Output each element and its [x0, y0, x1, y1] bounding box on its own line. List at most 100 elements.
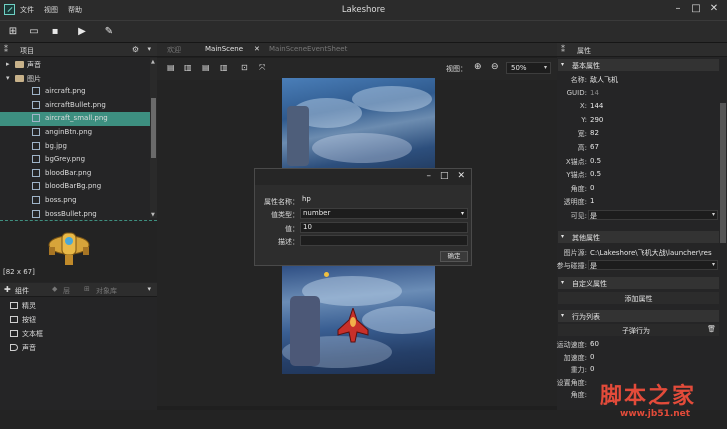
- property-value[interactable]: 0.5: [590, 170, 718, 178]
- close-icon[interactable]: ✕: [707, 3, 721, 16]
- property-value[interactable]: 是: [590, 261, 718, 271]
- settings-icon[interactable]: ⚙: [132, 45, 139, 54]
- property-row: Y锚点: 0.5: [558, 168, 719, 180]
- align-right-icon[interactable]: ▤: [202, 63, 210, 72]
- chevron-down-icon: ▾: [561, 312, 565, 319]
- value-type-select[interactable]: number ▾: [300, 208, 468, 219]
- zoom-in-icon[interactable]: ⊕: [474, 62, 482, 72]
- align-left-icon[interactable]: ▤: [167, 63, 175, 72]
- open-folder-icon[interactable]: ▭: [27, 25, 41, 39]
- tree-item[interactable]: bg.jpg: [0, 140, 150, 154]
- folder-icon: [15, 61, 24, 68]
- zoom-select[interactable]: 50% ▾: [506, 62, 551, 74]
- trash-icon[interactable]: 🗑: [707, 325, 716, 333]
- dialog-row-desc: 描述：: [255, 235, 471, 247]
- tree-item[interactable]: anginBtn.png: [0, 126, 150, 140]
- tree-scrollbar[interactable]: [150, 58, 157, 218]
- property-row: 角度: 0: [558, 182, 719, 194]
- enemy-aircraft-sprite[interactable]: [337, 308, 369, 344]
- property-value[interactable]: 0: [590, 184, 718, 192]
- property-value[interactable]: 0: [590, 353, 718, 361]
- tab-mainscene[interactable]: MainScene: [205, 45, 243, 53]
- tree-item[interactable]: ▾ 图片: [0, 72, 150, 86]
- property-key: X锚点:: [565, 157, 587, 166]
- tree-item[interactable]: boss.png: [0, 194, 150, 208]
- tab-mainscene-eventsheet[interactable]: MainSceneEventSheet: [269, 45, 347, 53]
- property-value[interactable]: C:\Lakeshore\飞机大战\launcher\res: [590, 248, 718, 258]
- tree-item[interactable]: aircraft.png: [0, 85, 150, 99]
- tree-item[interactable]: ▸ 声音: [0, 58, 150, 72]
- tree-item[interactable]: bloodBarBg.png: [0, 180, 150, 194]
- property-value[interactable]: 0: [590, 365, 718, 373]
- layers-icon: ◆: [52, 285, 58, 293]
- tree-item[interactable]: bgGrey.png: [0, 153, 150, 167]
- property-value[interactable]: 是: [590, 211, 718, 221]
- scroll-up-icon[interactable]: ▲: [151, 59, 155, 65]
- chevron-right-icon[interactable]: ▸: [6, 60, 10, 68]
- chevron-down-icon[interactable]: ▾: [147, 45, 151, 53]
- chevron-down-icon[interactable]: ▾: [6, 74, 10, 82]
- chevron-down-icon: ▾: [543, 64, 547, 71]
- property-key: 宽:: [577, 130, 587, 139]
- tree-item-label: boss.png: [45, 196, 77, 204]
- description-input[interactable]: [300, 235, 468, 246]
- close-tab-icon[interactable]: ✕: [254, 45, 260, 53]
- project-panel-header: ⁑ 项目 ⚙ ▾: [0, 43, 157, 57]
- maximize-icon[interactable]: □: [689, 3, 703, 16]
- tree-item[interactable]: aircraftBullet.png: [0, 99, 150, 113]
- section-custom-properties[interactable]: ▾ 自定义属性: [558, 277, 719, 289]
- property-key: 透明度:: [563, 198, 587, 207]
- close-icon[interactable]: ✕: [457, 171, 465, 181]
- properties-scrollbar[interactable]: [720, 103, 726, 243]
- section-other-properties[interactable]: ▾ 其他属性: [558, 231, 719, 243]
- section-behavior-list[interactable]: ▾ 行为列表: [558, 310, 719, 322]
- fit-icon[interactable]: ⊡: [241, 63, 248, 72]
- value-input[interactable]: 10: [300, 222, 468, 233]
- run-icon[interactable]: ▶: [75, 25, 89, 39]
- align-top-icon[interactable]: ▥: [184, 63, 192, 72]
- property-key: 运动速度:: [556, 341, 587, 349]
- behavior-header[interactable]: 子弹行为 🗑: [558, 324, 719, 336]
- tab-welcome[interactable]: 欢迎: [167, 45, 181, 55]
- expand-icon[interactable]: ⤧: [259, 63, 265, 73]
- component-textbox[interactable]: 文本框: [10, 329, 43, 339]
- save-icon[interactable]: ▪: [48, 25, 62, 39]
- chevron-down-icon[interactable]: ▾: [147, 285, 151, 293]
- tab-object-library[interactable]: 对象库: [96, 286, 117, 296]
- component-button[interactable]: 按钮: [10, 315, 36, 325]
- minimize-icon[interactable]: –: [671, 3, 685, 16]
- property-name-input[interactable]: hp: [300, 195, 468, 206]
- brush-icon[interactable]: ✎: [102, 25, 116, 39]
- scroll-down-icon[interactable]: ▼: [151, 212, 155, 218]
- tree-item-label: bg.jpg: [45, 141, 67, 150]
- minimize-icon[interactable]: –: [426, 171, 431, 181]
- property-key: Y锚点:: [566, 171, 587, 180]
- ok-button[interactable]: 确定: [440, 251, 468, 262]
- property-value[interactable]: 82: [590, 129, 718, 137]
- image-file-icon: [32, 182, 40, 191]
- tab-layers[interactable]: 层: [63, 286, 70, 296]
- zoom-out-icon[interactable]: ⊖: [491, 62, 499, 72]
- sprite-size-label: [82 x 67]: [3, 268, 35, 276]
- property-value[interactable]: 67: [590, 143, 718, 151]
- align-bottom-icon[interactable]: ▥: [220, 63, 228, 72]
- property-value[interactable]: 144: [590, 102, 718, 110]
- property-value[interactable]: 敌人飞机: [590, 75, 718, 85]
- add-property-button[interactable]: 添加属性: [558, 292, 719, 304]
- property-value[interactable]: 14: [590, 89, 718, 97]
- property-value[interactable]: 1: [590, 197, 718, 205]
- component-sprite[interactable]: 精灵: [10, 301, 36, 311]
- tree-item[interactable]: aircraft_small.png: [0, 112, 150, 126]
- component-sound[interactable]: 声音: [10, 343, 36, 353]
- property-value[interactable]: 60: [590, 340, 718, 348]
- tab-components[interactable]: 组件: [15, 286, 29, 296]
- property-key: 可见:: [570, 212, 587, 220]
- tree-item[interactable]: bloodBar.png: [0, 167, 150, 181]
- property-value[interactable]: 290: [590, 116, 718, 124]
- maximize-icon[interactable]: □: [440, 171, 449, 181]
- tree-item-label: aircraftBullet.png: [45, 100, 106, 109]
- section-basic-properties[interactable]: ▾ 基本属性: [558, 59, 719, 71]
- property-value[interactable]: 0.5: [590, 157, 718, 165]
- new-project-icon[interactable]: ⊞: [6, 25, 20, 39]
- scrollbar-thumb[interactable]: [151, 98, 156, 158]
